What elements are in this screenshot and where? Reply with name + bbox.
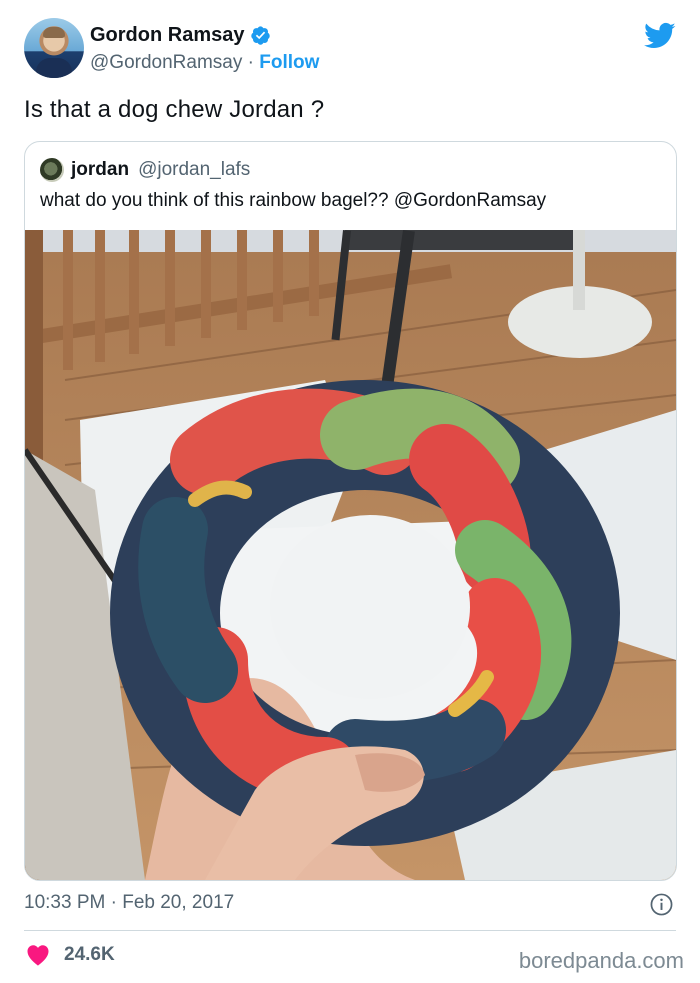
rainbow-bagel-photo[interactable] bbox=[25, 230, 676, 880]
quoted-display-name: jordan bbox=[71, 159, 130, 180]
author-display-name[interactable]: Gordon Ramsay bbox=[90, 24, 244, 47]
tweet-time: 10:33 PM bbox=[24, 892, 106, 913]
quoted-handle: @jordan_lafs bbox=[138, 159, 251, 180]
author-handle-row: @GordonRamsay · Follow bbox=[90, 52, 319, 74]
verified-badge-icon bbox=[251, 26, 271, 45]
tweet-date: Feb 20, 2017 bbox=[122, 892, 235, 913]
tweet-header: Gordon Ramsay @GordonRamsay · Follow bbox=[24, 18, 676, 80]
author-name-row: Gordon Ramsay bbox=[90, 24, 271, 47]
quoted-tweet-card[interactable]: jordan @jordan_lafs what do you think of… bbox=[24, 141, 677, 881]
tweet-text: Is that a dog chew Jordan ? bbox=[24, 96, 325, 123]
like-count: 24.6K bbox=[64, 944, 115, 965]
quoted-avatar bbox=[40, 158, 64, 182]
divider bbox=[24, 930, 676, 931]
like-action[interactable]: 24.6K bbox=[26, 944, 115, 966]
handle-separator: · bbox=[247, 52, 254, 73]
author-handle[interactable]: @GordonRamsay bbox=[90, 52, 242, 73]
heart-icon[interactable] bbox=[26, 944, 50, 966]
info-icon[interactable] bbox=[650, 893, 673, 916]
twitter-bird-icon[interactable] bbox=[644, 22, 676, 50]
tweet-timestamp[interactable]: 10:33 PM · Feb 20, 2017 bbox=[24, 892, 234, 914]
author-avatar[interactable] bbox=[24, 18, 84, 78]
quoted-text: what do you think of this rainbow bagel?… bbox=[40, 190, 547, 211]
boredpanda-watermark: boredpanda.com bbox=[518, 948, 684, 973]
timestamp-separator: · bbox=[110, 892, 117, 913]
quoted-header: jordan @jordan_lafs bbox=[40, 158, 250, 182]
follow-button[interactable]: Follow bbox=[259, 52, 319, 73]
